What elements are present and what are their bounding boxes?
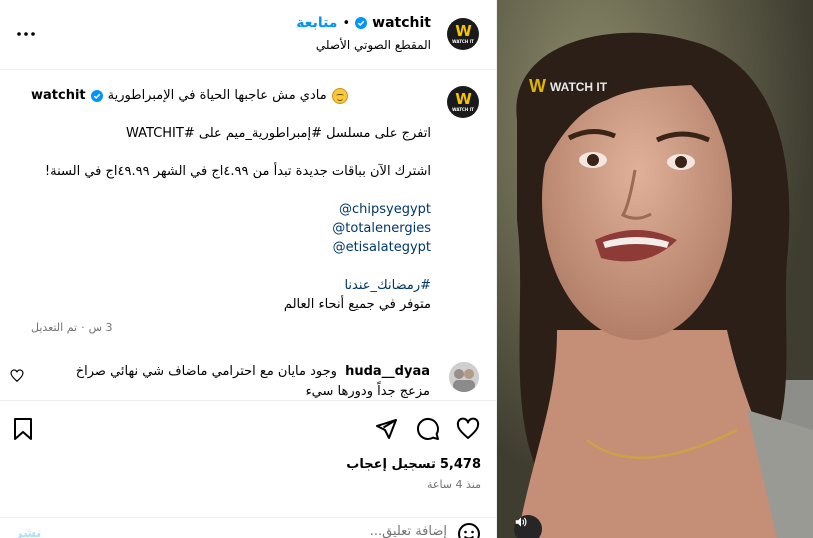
caption-available-line: متوفر في جميع أنحاء العالم: [283, 297, 431, 312]
header-dot: •: [342, 15, 351, 31]
caption-section: W WATCH IT watchit مادي مش عاجبها الحياة …: [0, 70, 497, 400]
action-bar: 5,478 تسجيل إعجاب منذ 4 ساعة نشر: [0, 400, 497, 538]
header-user-line: watchit • متابعة: [296, 15, 431, 31]
heart-icon[interactable]: [455, 416, 481, 442]
header-username[interactable]: watchit: [372, 15, 431, 31]
caption-avatar[interactable]: W WATCH IT: [447, 86, 479, 118]
hashtag-link[interactable]: #رمضانك_عندنا: [31, 276, 431, 295]
caption-username[interactable]: watchit: [31, 86, 86, 105]
comment-input[interactable]: [67, 524, 447, 538]
comment-username[interactable]: huda__dyaa: [345, 364, 430, 379]
post-header: watchit • متابعة المقطع الصوتي الأصلي WW…: [0, 0, 497, 70]
caption-first-text: مادي مش عاجبها الحياة في الإمبراطورية: [107, 88, 327, 103]
mention-link-totalenergies[interactable]: totalenergies@: [31, 219, 431, 238]
avatar[interactable]: W WATCH IT: [447, 18, 479, 50]
grinning-face-emoji-icon: [331, 87, 348, 104]
watermark-text: WATCH IT: [550, 79, 608, 94]
caption-text-block: watchit مادي مش عاجبها الحياة في الإمبرا…: [31, 86, 431, 337]
video-player[interactable]: W WATCH IT: [497, 0, 813, 538]
likes-count[interactable]: 5,478 تسجيل إعجاب: [346, 457, 481, 472]
watchit-w-logo-icon: W: [529, 76, 546, 96]
audio-label[interactable]: المقطع الصوتي الأصلي: [316, 38, 431, 52]
caption-first-line: watchit مادي مش عاجبها الحياة في الإمبرا…: [31, 86, 431, 105]
comment-item: huda__dyaa وجود مايان مع احترامي ماضاف ش…: [45, 362, 430, 402]
send-icon[interactable]: [373, 416, 399, 442]
edited-meta: تم التعديل · 3 س: [31, 318, 431, 337]
edited-time: 3 س: [88, 321, 113, 334]
verified-badge-icon: [90, 89, 103, 102]
watchit-logo-icon: W WATCH IT: [452, 90, 474, 112]
likes-number: 5,478: [439, 457, 481, 472]
watchit-logo-icon: W WATCH IT: [452, 22, 474, 44]
follow-button[interactable]: متابعة: [296, 15, 337, 31]
emoji-smile-icon[interactable]: [457, 522, 481, 538]
post-time[interactable]: منذ 4 ساعة: [427, 478, 481, 491]
bookmark-icon[interactable]: [10, 416, 36, 442]
verified-badge-icon: [355, 17, 368, 29]
comment-icon[interactable]: [415, 416, 441, 442]
caption-subscribe-line: اشترك الآن بباقات جديدة تبدأ من ٤.٩٩اج ف…: [44, 164, 431, 179]
watchit-watermark: W WATCH IT: [529, 76, 607, 97]
comment-like-heart-icon[interactable]: [10, 368, 24, 383]
mention-link-etisalat[interactable]: etisalategypt@: [31, 238, 431, 257]
edited-label: تم التعديل: [31, 321, 78, 334]
comment-avatar[interactable]: [449, 362, 479, 392]
likes-label: تسجيل إعجاب: [346, 457, 436, 472]
post-comment-button[interactable]: نشر: [15, 526, 41, 538]
edited-dot: ·: [81, 321, 85, 334]
add-comment-row: نشر: [0, 517, 497, 538]
caption-watch-line: اتفرج على مسلسل #إمبراطورية_ميم على #WAT…: [125, 126, 431, 141]
speaker-icon[interactable]: [514, 515, 542, 538]
mention-link-chipsy[interactable]: chipsyegypt@: [31, 200, 431, 219]
more-options-icon[interactable]: [14, 22, 38, 46]
post-info-panel: watchit • متابعة المقطع الصوتي الأصلي WW…: [0, 0, 497, 538]
